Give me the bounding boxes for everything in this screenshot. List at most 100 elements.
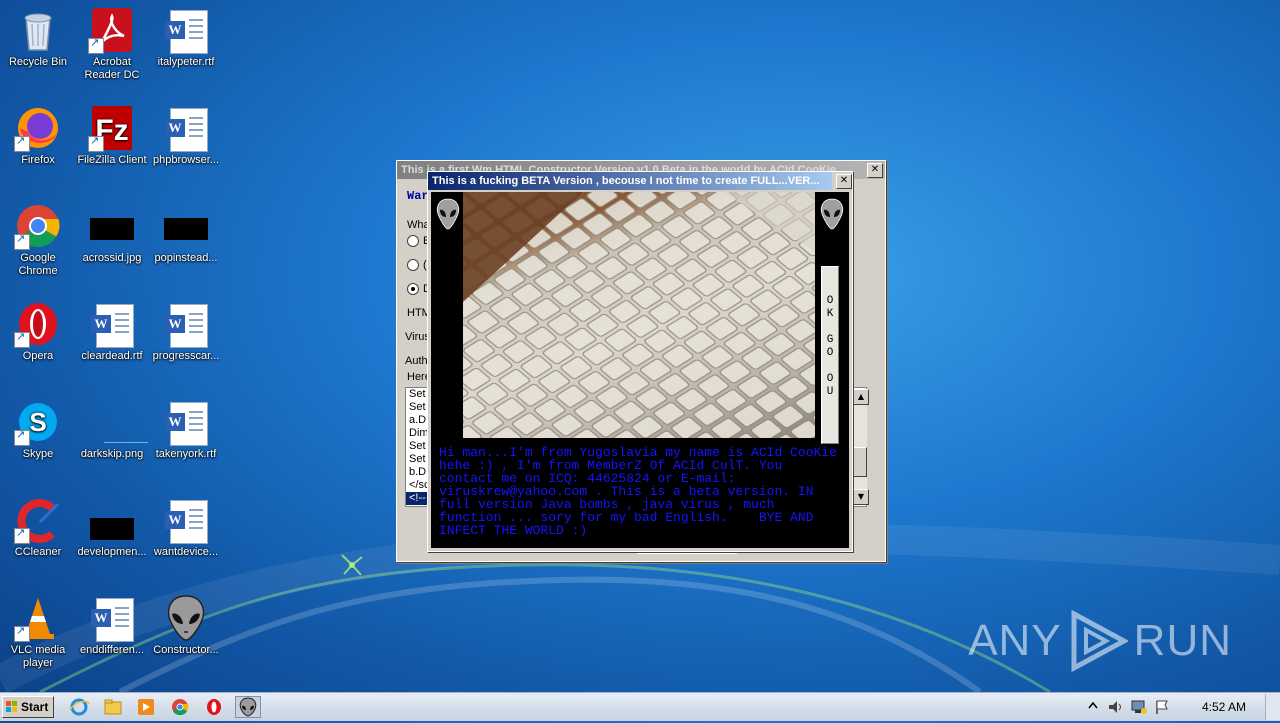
desktop-icon-firefox[interactable]: Firefox — [0, 104, 76, 167]
main-window-close-button[interactable]: ✕ — [867, 163, 883, 178]
start-button[interactable]: Start — [2, 696, 54, 718]
image-thumbnail — [90, 518, 134, 540]
watermark-text-right: RUN — [1133, 616, 1232, 665]
desktop-icon-label: FileZilla Client — [77, 154, 147, 166]
desktop-icon-phpbrowser[interactable]: W phpbrowser... — [148, 104, 224, 167]
desktop-icon-popinstead[interactable]: popinstead... — [148, 202, 224, 265]
warning-label: War — [407, 189, 429, 203]
image-thumbnail — [104, 442, 148, 443]
keyboard-photo — [463, 192, 815, 438]
ok-char: G — [826, 334, 834, 346]
desktop-icon-label: Opera — [22, 350, 54, 362]
alien-head-icon — [436, 198, 460, 230]
desktop-icon-enddifferen[interactable]: W enddifferen... — [74, 594, 150, 657]
word-document-icon: W — [165, 402, 208, 446]
shortcut-arrow-icon — [88, 134, 104, 152]
desktop-icon-wantdevice[interactable]: W wantdevice... — [148, 496, 224, 559]
desktop-icon-opera[interactable]: Opera — [0, 300, 76, 363]
popup-title: This is a fucking BETA Version , becouse… — [428, 172, 832, 190]
desktop-icon-ccleaner[interactable]: CCleaner — [0, 496, 76, 559]
scroll-up-arrow-icon[interactable]: ▲ — [853, 389, 869, 405]
volume-icon[interactable] — [1108, 699, 1124, 715]
desktop-icon-vlc[interactable]: VLC media player — [0, 594, 76, 670]
ok-char: O — [826, 373, 834, 385]
scroll-thumb[interactable] — [853, 447, 867, 477]
taskbar-opera[interactable] — [201, 696, 227, 718]
taskbar-file-explorer[interactable] — [100, 696, 126, 718]
image-thumbnail — [90, 218, 134, 240]
desktop-icon-label: darkskip.png — [80, 448, 144, 460]
taskbar-media-player[interactable] — [133, 696, 159, 718]
network-icon[interactable] — [1130, 699, 1148, 715]
word-document-icon: W — [91, 598, 134, 642]
desktop-icon-label: VLC media player — [10, 644, 66, 669]
desktop-icon-label: phpbrowser... — [152, 154, 220, 166]
ok-char: K — [826, 308, 834, 320]
action-center-flag-icon[interactable] — [1154, 699, 1170, 715]
alien-head-icon — [167, 595, 205, 641]
radio-option-1[interactable] — [407, 235, 419, 247]
internet-explorer-icon — [69, 698, 90, 716]
taskbar-internet-explorer[interactable] — [66, 696, 92, 718]
desktop-icon-progresscar[interactable]: W progresscar... — [148, 300, 224, 363]
desktop-icon-constructor[interactable]: Constructor... — [148, 594, 224, 657]
opera-icon — [207, 699, 221, 715]
desktop-icon-darkskip[interactable]: darkskip.png — [74, 398, 150, 461]
show-hidden-icons[interactable] — [1088, 700, 1098, 712]
desktop-icon-label: CCleaner — [14, 546, 62, 558]
svg-text:S: S — [29, 407, 46, 437]
desktop-icon-label: Constructor... — [153, 644, 219, 656]
desktop-icon-label: progresscar... — [152, 350, 220, 362]
desktop-icon-google-chrome[interactable]: Google Chrome — [0, 202, 76, 278]
shortcut-arrow-icon — [14, 428, 30, 446]
ok-char: O — [826, 347, 834, 359]
ok-char — [822, 360, 838, 373]
word-document-icon: W — [165, 10, 208, 54]
desktop-icon-cleardead[interactable]: W cleardead.rtf — [74, 300, 150, 363]
popup-message: Hi man...I'm from Yugoslavia my name is … — [439, 445, 845, 538]
keyboard-photo-drawing — [463, 192, 815, 438]
desktop-icon-italypeter[interactable]: W italypeter.rtf — [148, 6, 224, 69]
desktop-icon-developmen[interactable]: developmen... — [74, 496, 150, 559]
system-tray: 4:52 AM — [1080, 693, 1280, 721]
desktop-icon-label: italypeter.rtf — [157, 56, 215, 68]
author-label: Auth — [405, 355, 428, 367]
taskbar-clock[interactable]: 4:52 AM — [1202, 693, 1246, 721]
scroll-down-arrow-icon[interactable]: ▼ — [853, 489, 869, 505]
word-document-icon: W — [165, 108, 208, 152]
shortcut-arrow-icon — [88, 36, 104, 54]
media-player-icon — [138, 699, 154, 715]
ok-go-out-button[interactable]: O K G O O U — [821, 266, 839, 444]
taskbar-constructor[interactable] — [235, 696, 261, 718]
popup-close-button[interactable]: ✕ — [836, 174, 852, 189]
desktop-icon-label: wantdevice... — [153, 546, 219, 558]
desktop-icon-recycle-bin[interactable]: Recycle Bin — [0, 6, 76, 69]
taskbar-chrome[interactable] — [167, 696, 193, 718]
desktop-icon-acrossid[interactable]: acrossid.jpg — [74, 202, 150, 265]
recycle-bin-icon — [24, 13, 52, 51]
show-desktop-button[interactable] — [1265, 694, 1280, 720]
code-scrollbar[interactable]: ▲ ▼ — [853, 389, 869, 505]
ok-char: O — [826, 295, 834, 307]
desktop-icon-filezilla[interactable]: Fz FileZilla Client — [74, 104, 150, 167]
anyrun-watermark: ANY RUN — [968, 608, 1232, 674]
desktop-icon-skype[interactable]: S Skype — [0, 398, 76, 461]
desktop-icon-label: developmen... — [77, 546, 147, 558]
chrome-icon — [172, 699, 189, 716]
desktop-icon-label: acrossid.jpg — [82, 252, 142, 264]
desktop-icon-acrobat[interactable]: Acrobat Reader DC — [74, 6, 150, 82]
radio-option-3[interactable] — [407, 283, 419, 295]
shortcut-arrow-icon — [14, 526, 30, 544]
alien-head-icon — [820, 198, 844, 230]
desktop: Recycle Bin Firefox Google Chrome — [0, 0, 1280, 692]
constructor-alien-icon — [239, 697, 257, 717]
file-explorer-icon — [104, 699, 122, 715]
desktop-icon-takenyork[interactable]: W takenyork.rtf — [148, 398, 224, 461]
word-document-icon: W — [165, 500, 208, 544]
ok-char — [822, 321, 838, 334]
shortcut-arrow-icon — [14, 134, 30, 152]
desktop-icon-label: Firefox — [21, 154, 55, 166]
word-document-icon: W — [165, 304, 208, 348]
radio-option-2[interactable] — [407, 259, 419, 271]
image-thumbnail — [164, 218, 208, 240]
